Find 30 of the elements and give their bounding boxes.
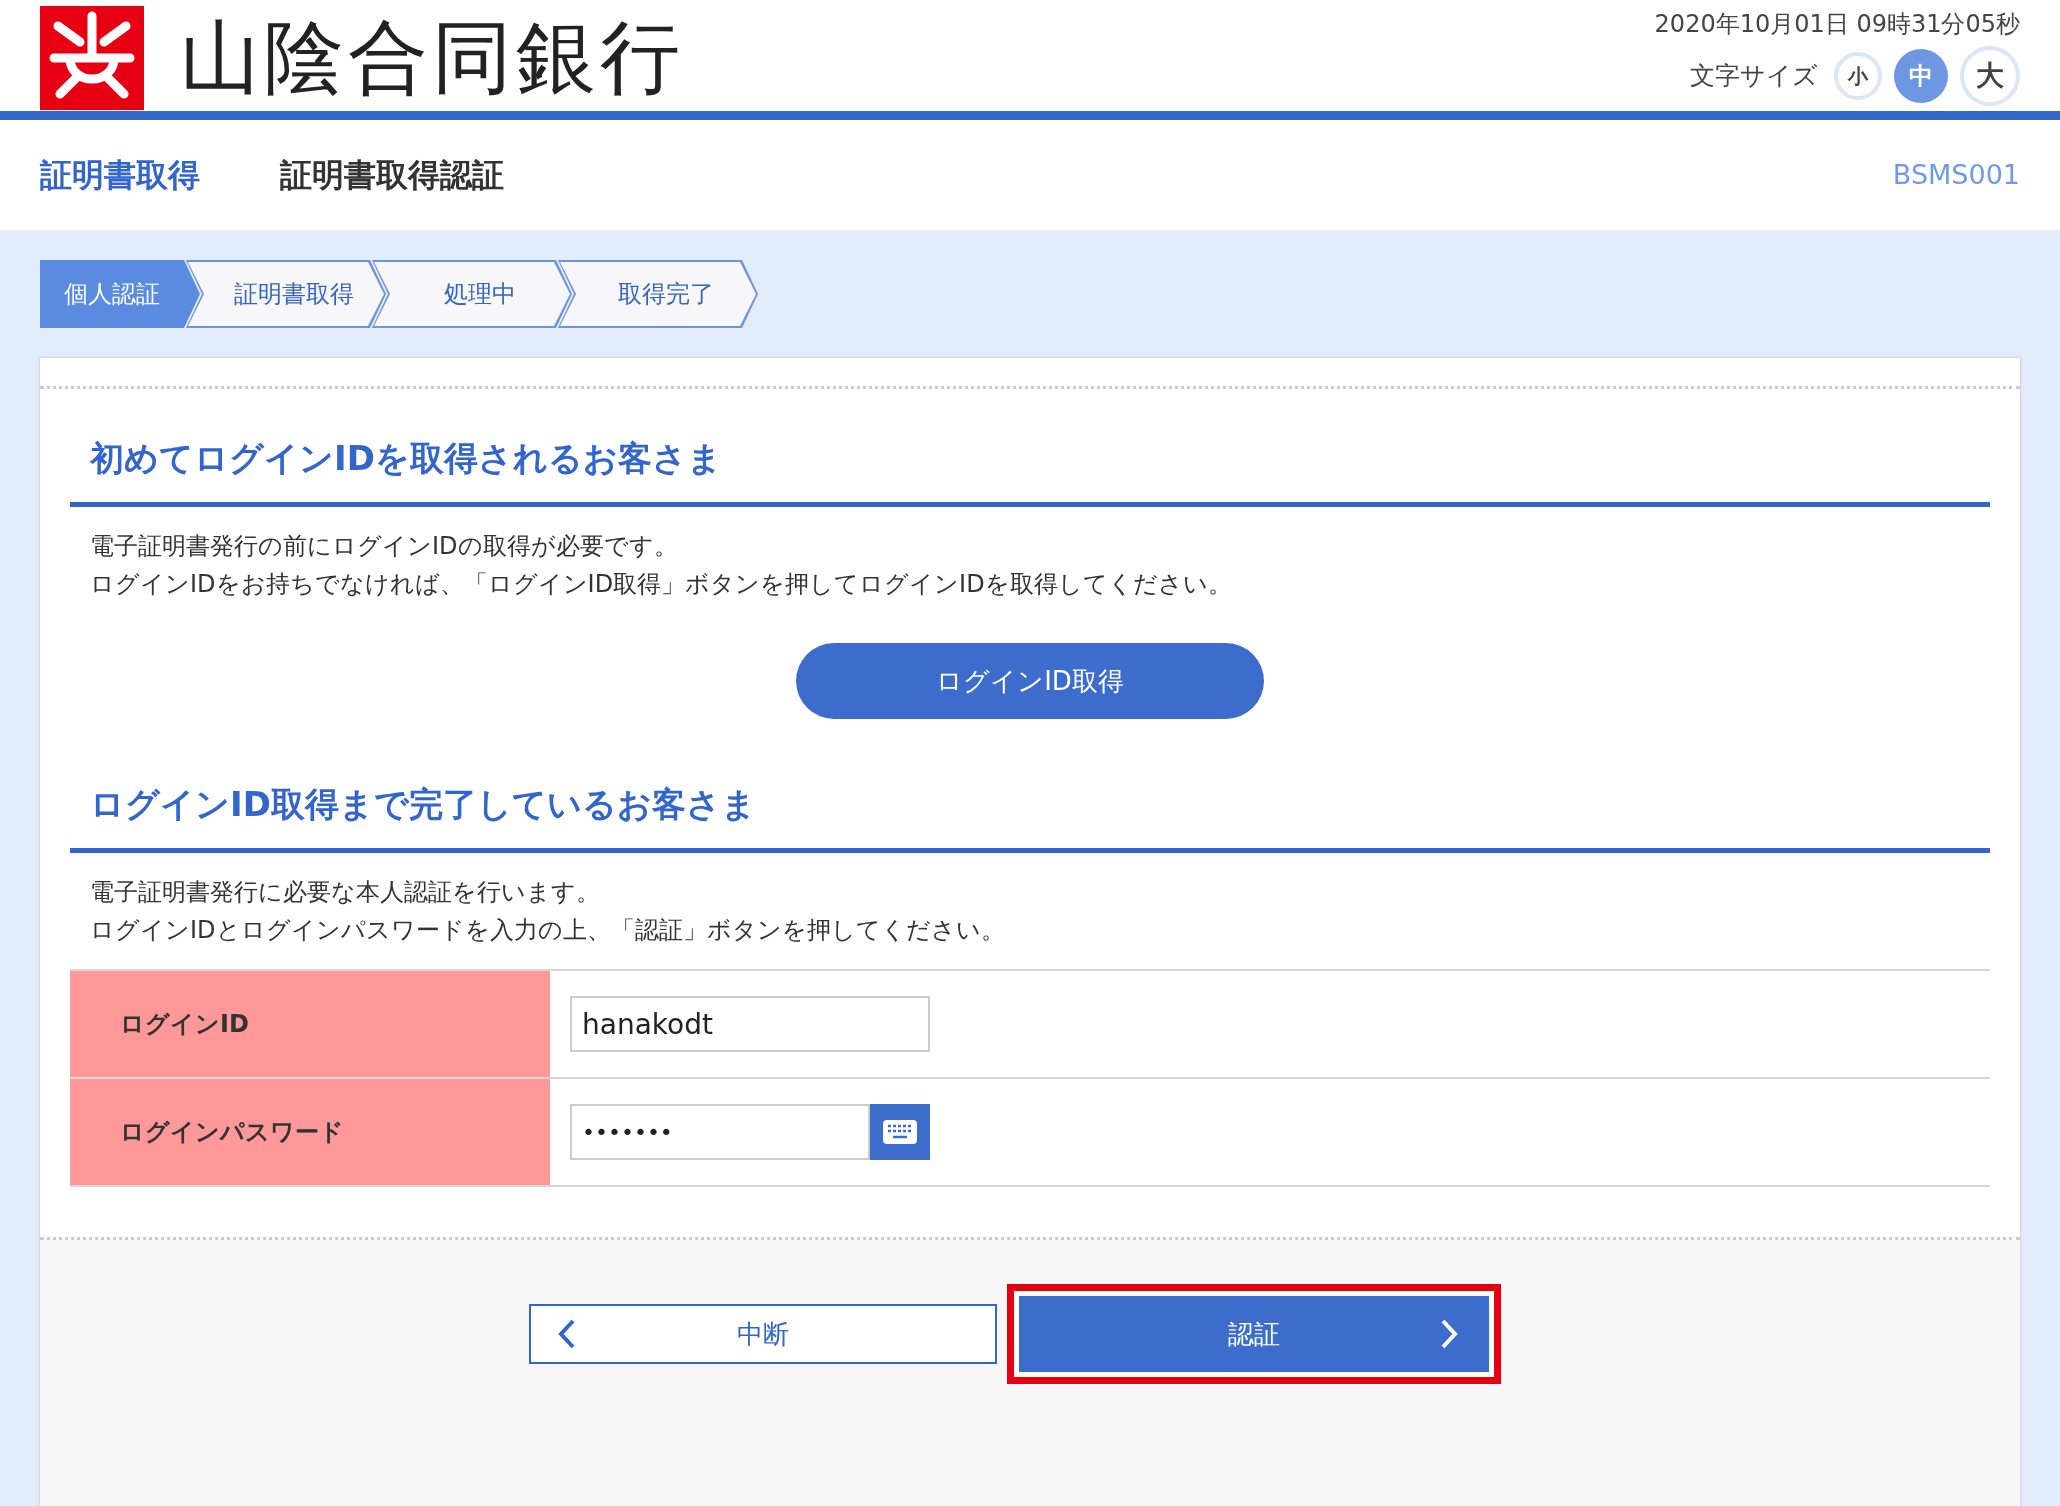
font-size-button[interactable]: 小 [1834, 52, 1882, 100]
chevron-left-icon [557, 1318, 577, 1350]
page-title: 証明書取得 [40, 155, 200, 196]
datetime: 2020年10月01日 09時31分05秒 [1654, 9, 2020, 40]
bank-logo-icon [40, 6, 144, 110]
description-text: 電子証明書発行の前にログインIDの取得が必要です。 [90, 531, 679, 562]
section-heading: ログインID取得まで完了しているお客さま [70, 779, 1990, 853]
page-title: 証明書取得認証 [280, 155, 504, 196]
password-field[interactable]: ••••••• [570, 1104, 870, 1160]
description-text: ログインIDとログインパスワードを入力の上、「認証」ボタンを押してください。 [90, 915, 1006, 946]
bank-name: 山陰合同銀行 [180, 18, 684, 98]
description-text: ログインIDをお持ちでなければ、「ログインID取得」ボタンを押してログインIDを取得してください。 [90, 569, 1233, 600]
form-label: ログインパスワード [70, 1079, 550, 1185]
section-heading: 初めてログインIDを取得されるお客さま [70, 433, 1990, 507]
progress-step: 処理中 [372, 260, 572, 328]
description-text: 電子証明書発行に必要な本人認証を行います。 [90, 877, 601, 908]
font-size-button[interactable]: 大 [1960, 46, 2020, 106]
form-label: ログインID [70, 971, 550, 1077]
chevron-right-icon [1439, 1318, 1459, 1350]
keyboard-icon [882, 1119, 918, 1145]
progress-step: 取得完了 [558, 260, 758, 328]
progress-step: 証明書取得 [186, 260, 386, 328]
progress-step: 個人認証 [40, 260, 200, 328]
authenticate-button[interactable]: 認証 [1019, 1296, 1489, 1372]
get-login-id-button[interactable]: ログインID取得 [796, 643, 1264, 719]
cancel-button[interactable]: 中断 [529, 1304, 997, 1364]
font-size-label: 文字サイズ [1690, 60, 1818, 93]
login-id-field[interactable]: hanakodt [570, 996, 930, 1052]
screen-code: BSMS001 [1892, 157, 2020, 192]
software-keyboard-button[interactable] [870, 1104, 930, 1160]
